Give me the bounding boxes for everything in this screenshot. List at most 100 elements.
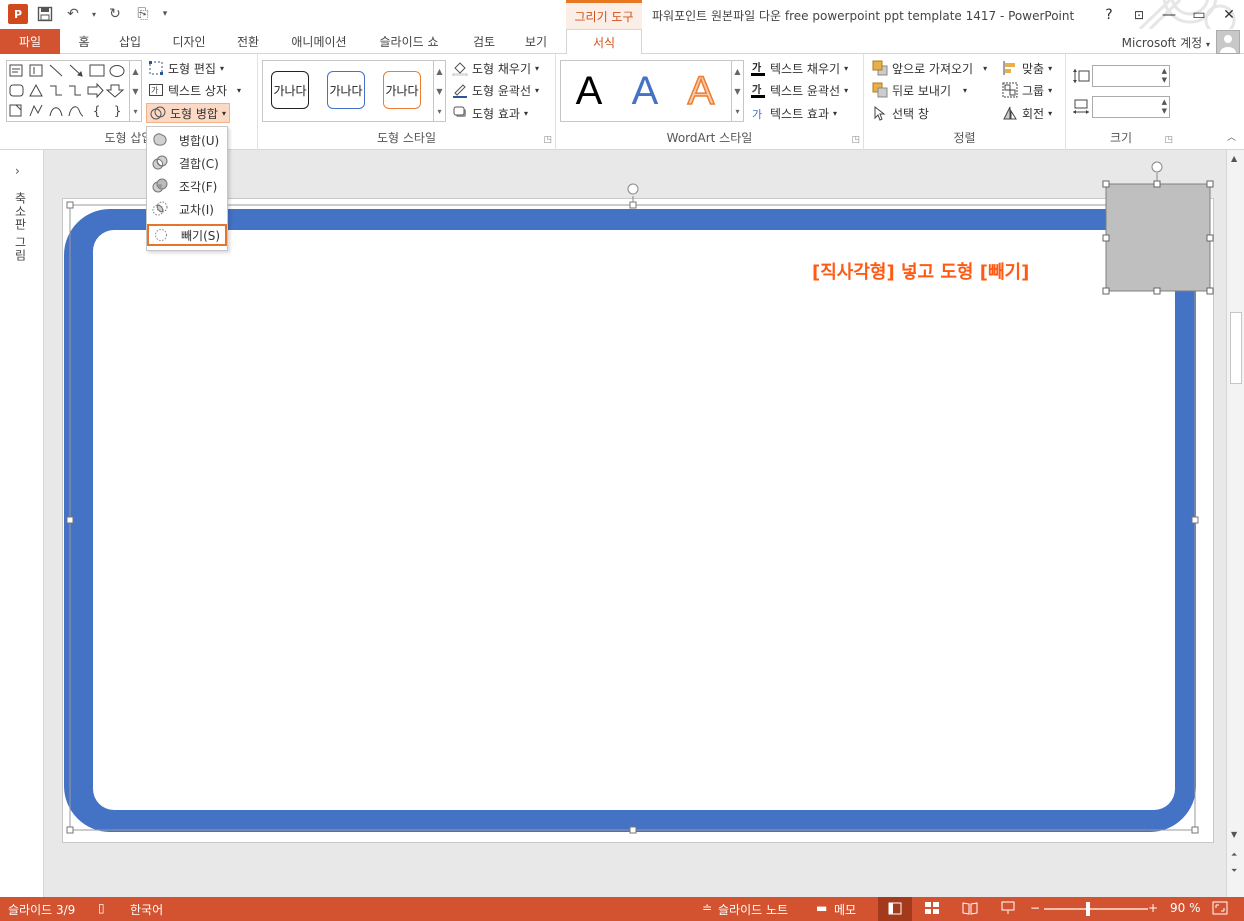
spell-check-icon[interactable]: ▯ <box>98 901 105 915</box>
shape-style-2[interactable]: 가나다 <box>327 71 365 109</box>
shape-fill-button[interactable]: 도형 채우기 ▾ <box>452 58 539 78</box>
shape-style-3[interactable]: 가나다 <box>383 71 421 109</box>
scroll-up-icon[interactable]: ▲ <box>132 67 138 76</box>
shape-styles-scroll[interactable]: ▲ ▼ ▾ <box>434 60 446 122</box>
zoom-in-button[interactable]: + <box>1148 901 1158 915</box>
zoom-level[interactable]: 90 % <box>1170 901 1201 915</box>
rounded-frame-shape[interactable] <box>64 209 1196 832</box>
previous-slide-icon[interactable]: ⏶ <box>1231 850 1237 860</box>
collapse-ribbon-icon[interactable]: ︿ <box>1227 130 1236 143</box>
scroll-up-icon[interactable]: ▲ <box>734 67 740 76</box>
wordart-gallery[interactable]: A A A <box>560 60 732 122</box>
undo-icon[interactable]: ↶ <box>62 4 84 24</box>
slideshow-view-button[interactable] <box>1000 901 1016 918</box>
wordart-style-orange-outline[interactable]: A <box>679 65 723 117</box>
scroll-up-icon[interactable]: ▲ <box>1231 154 1237 163</box>
tab-slideshow[interactable]: 슬라이드 쇼 <box>368 29 450 54</box>
undo-dropdown-icon[interactable]: ▾ <box>90 4 98 24</box>
language-indicator[interactable]: 한국어 <box>130 901 163 918</box>
dialog-launcher-icon[interactable]: ◳ <box>851 135 860 145</box>
restore-button[interactable]: ▭ <box>1184 0 1214 29</box>
tab-home[interactable]: 홈 <box>66 29 102 54</box>
expand-thumbnails-icon[interactable]: › <box>15 164 20 178</box>
text-effects-button[interactable]: 가 텍스트 효과 ▾ <box>750 103 837 123</box>
close-button[interactable]: ✕ <box>1214 0 1244 29</box>
ribbon-display-options-button[interactable]: ⊡ <box>1124 0 1154 29</box>
avatar[interactable] <box>1216 30 1240 54</box>
shape-height-input[interactable]: ▲ ▼ <box>1092 65 1170 87</box>
shape-effects-button[interactable]: 도형 효과 ▾ <box>452 103 528 123</box>
shapes-gallery-scroll[interactable]: ▲ ▼ ▾ <box>130 60 142 122</box>
shape-outline-button[interactable]: 도형 윤곽선 ▾ <box>452 80 539 100</box>
thumbnail-pane-label[interactable]: 축소판 그림 <box>12 192 29 262</box>
powerpoint-logo-icon[interactable]: P <box>8 4 28 24</box>
slide-sorter-view-button[interactable] <box>924 901 940 918</box>
rotate-button[interactable]: 회전 ▾ <box>1002 103 1052 123</box>
menu-item-subtract[interactable]: 빼기(S) <box>147 224 227 246</box>
menu-item-intersect[interactable]: 교차(I) <box>147 198 227 220</box>
scrollbar-thumb[interactable] <box>1230 312 1242 384</box>
tab-view[interactable]: 보기 <box>514 29 558 54</box>
merge-shapes-button[interactable]: 도형 병합 ▾ <box>146 103 230 123</box>
comments-icon[interactable]: ▬ <box>816 901 827 915</box>
dialog-launcher-icon[interactable]: ◳ <box>543 135 552 145</box>
text-fill-button[interactable]: 가 텍스트 채우기 ▾ <box>750 58 848 78</box>
tab-format[interactable]: 서식 <box>566 29 642 55</box>
align-button[interactable]: 맞춤 ▾ <box>1002 58 1052 78</box>
bring-forward-button[interactable]: 앞으로 가져오기 ▾ <box>872 58 987 78</box>
reading-view-button[interactable] <box>962 901 978 918</box>
dialog-launcher-icon[interactable]: ◳ <box>1164 135 1173 145</box>
shape-style-1[interactable]: 가나다 <box>271 71 309 109</box>
minimize-button[interactable]: — <box>1154 0 1184 29</box>
help-button[interactable]: ? <box>1094 0 1124 29</box>
normal-view-button[interactable] <box>878 897 912 921</box>
more-icon[interactable]: ▾ <box>133 107 137 116</box>
tab-animations[interactable]: 애니메이션 <box>278 29 360 54</box>
comments-button[interactable]: 메모 <box>834 901 856 918</box>
shapes-gallery[interactable]: { } <box>6 60 130 122</box>
more-icon[interactable]: ▾ <box>735 107 739 116</box>
zoom-out-button[interactable]: − <box>1030 901 1040 915</box>
notes-icon[interactable]: ≐ <box>702 901 712 915</box>
text-outline-button[interactable]: 가 텍스트 윤곽선 ▾ <box>750 80 848 100</box>
selection-pane-button[interactable]: 선택 창 <box>872 103 929 123</box>
zoom-slider-thumb[interactable] <box>1086 902 1090 916</box>
scroll-up-icon[interactable]: ▲ <box>436 67 442 76</box>
notes-button[interactable]: 슬라이드 노트 <box>718 901 788 918</box>
fit-slide-to-window-button[interactable] <box>1212 901 1228 918</box>
rectangle-rotate-handle[interactable] <box>1151 161 1163 173</box>
zoom-slider[interactable] <box>1044 908 1148 910</box>
next-slide-icon[interactable]: ⏷ <box>1231 866 1237 876</box>
frame-selection-handles[interactable] <box>66 201 1199 834</box>
shape-width-input[interactable]: ▲ ▼ <box>1092 96 1170 118</box>
scroll-down-icon[interactable]: ▼ <box>734 87 740 96</box>
tab-file[interactable]: 파일 <box>0 29 60 54</box>
scroll-down-icon[interactable]: ▼ <box>132 87 138 96</box>
menu-item-union[interactable]: 병합(U) <box>147 129 227 151</box>
wordart-style-black[interactable]: A <box>567 65 611 117</box>
group-button[interactable]: 그룹 ▾ <box>1002 80 1052 100</box>
text-box-button[interactable]: 가 텍스트 상자 ▾ <box>148 80 241 100</box>
vertical-scrollbar[interactable]: ▲ ▼ ⏶ ⏷ <box>1226 150 1244 897</box>
shape-styles-gallery[interactable]: 가나다 가나다 가나다 <box>262 60 434 122</box>
send-backward-button[interactable]: 뒤로 보내기 ▾ <box>872 80 967 100</box>
from-beginning-icon[interactable]: ⎘ <box>132 4 154 24</box>
tab-insert[interactable]: 삽입 <box>108 29 152 54</box>
scroll-down-icon[interactable]: ▼ <box>436 87 442 96</box>
height-spinner[interactable]: ▲ ▼ <box>1162 67 1167 85</box>
menu-item-fragment[interactable]: 조각(F) <box>147 175 227 197</box>
redo-icon[interactable]: ↻ <box>104 4 126 24</box>
tab-review[interactable]: 검토 <box>462 29 506 54</box>
width-spinner[interactable]: ▲ ▼ <box>1162 98 1167 116</box>
wordart-scroll[interactable]: ▲ ▼ ▾ <box>732 60 744 122</box>
account-menu[interactable]: Microsoft 계정 ▾ <box>1122 34 1210 51</box>
scroll-down-icon[interactable]: ▼ <box>1231 830 1237 839</box>
edit-shape-button[interactable]: 도형 편집 ▾ <box>148 58 224 78</box>
subtract-rectangle-shape[interactable] <box>1105 183 1211 292</box>
customize-qat-icon[interactable]: ▾ <box>160 4 170 24</box>
menu-item-combine[interactable]: 결합(C) <box>147 152 227 174</box>
save-icon[interactable] <box>34 4 56 24</box>
more-icon[interactable]: ▾ <box>437 107 441 116</box>
tab-transitions[interactable]: 전환 <box>226 29 270 54</box>
frame-rotate-handle[interactable] <box>627 183 639 195</box>
